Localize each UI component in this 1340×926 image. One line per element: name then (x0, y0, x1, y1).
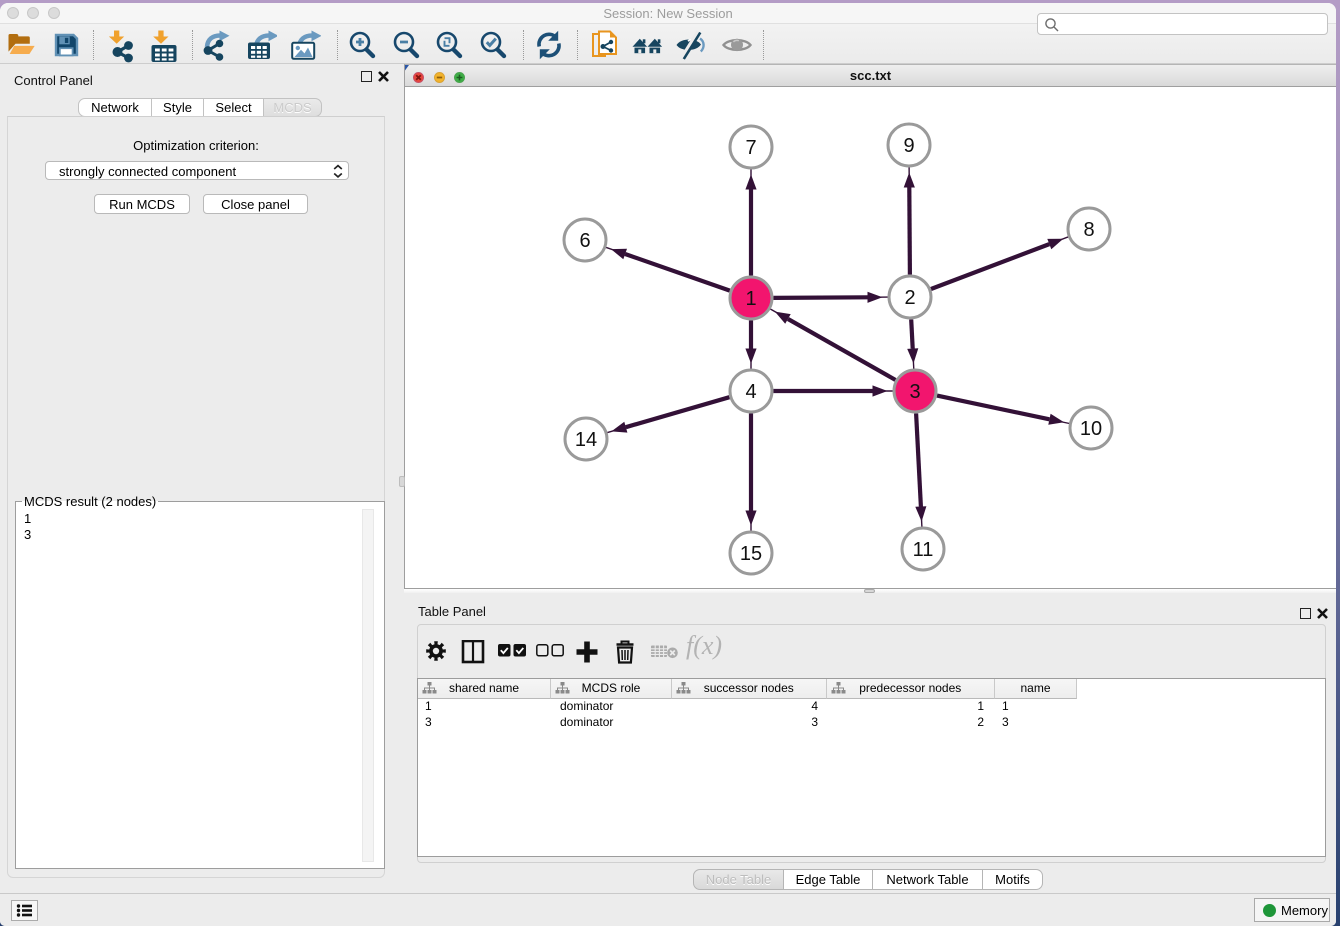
svg-text:14: 14 (575, 429, 597, 451)
svg-text:15: 15 (740, 543, 762, 565)
svg-text:6: 6 (579, 230, 590, 252)
svg-text:4: 4 (745, 381, 756, 403)
svg-text:3: 3 (909, 381, 920, 403)
svg-text:9: 9 (903, 135, 914, 157)
svg-text:10: 10 (1080, 418, 1102, 440)
svg-text:7: 7 (745, 137, 756, 159)
svg-text:11: 11 (913, 539, 934, 561)
svg-text:8: 8 (1083, 219, 1094, 241)
svg-text:1: 1 (745, 288, 756, 310)
svg-text:2: 2 (904, 287, 915, 309)
